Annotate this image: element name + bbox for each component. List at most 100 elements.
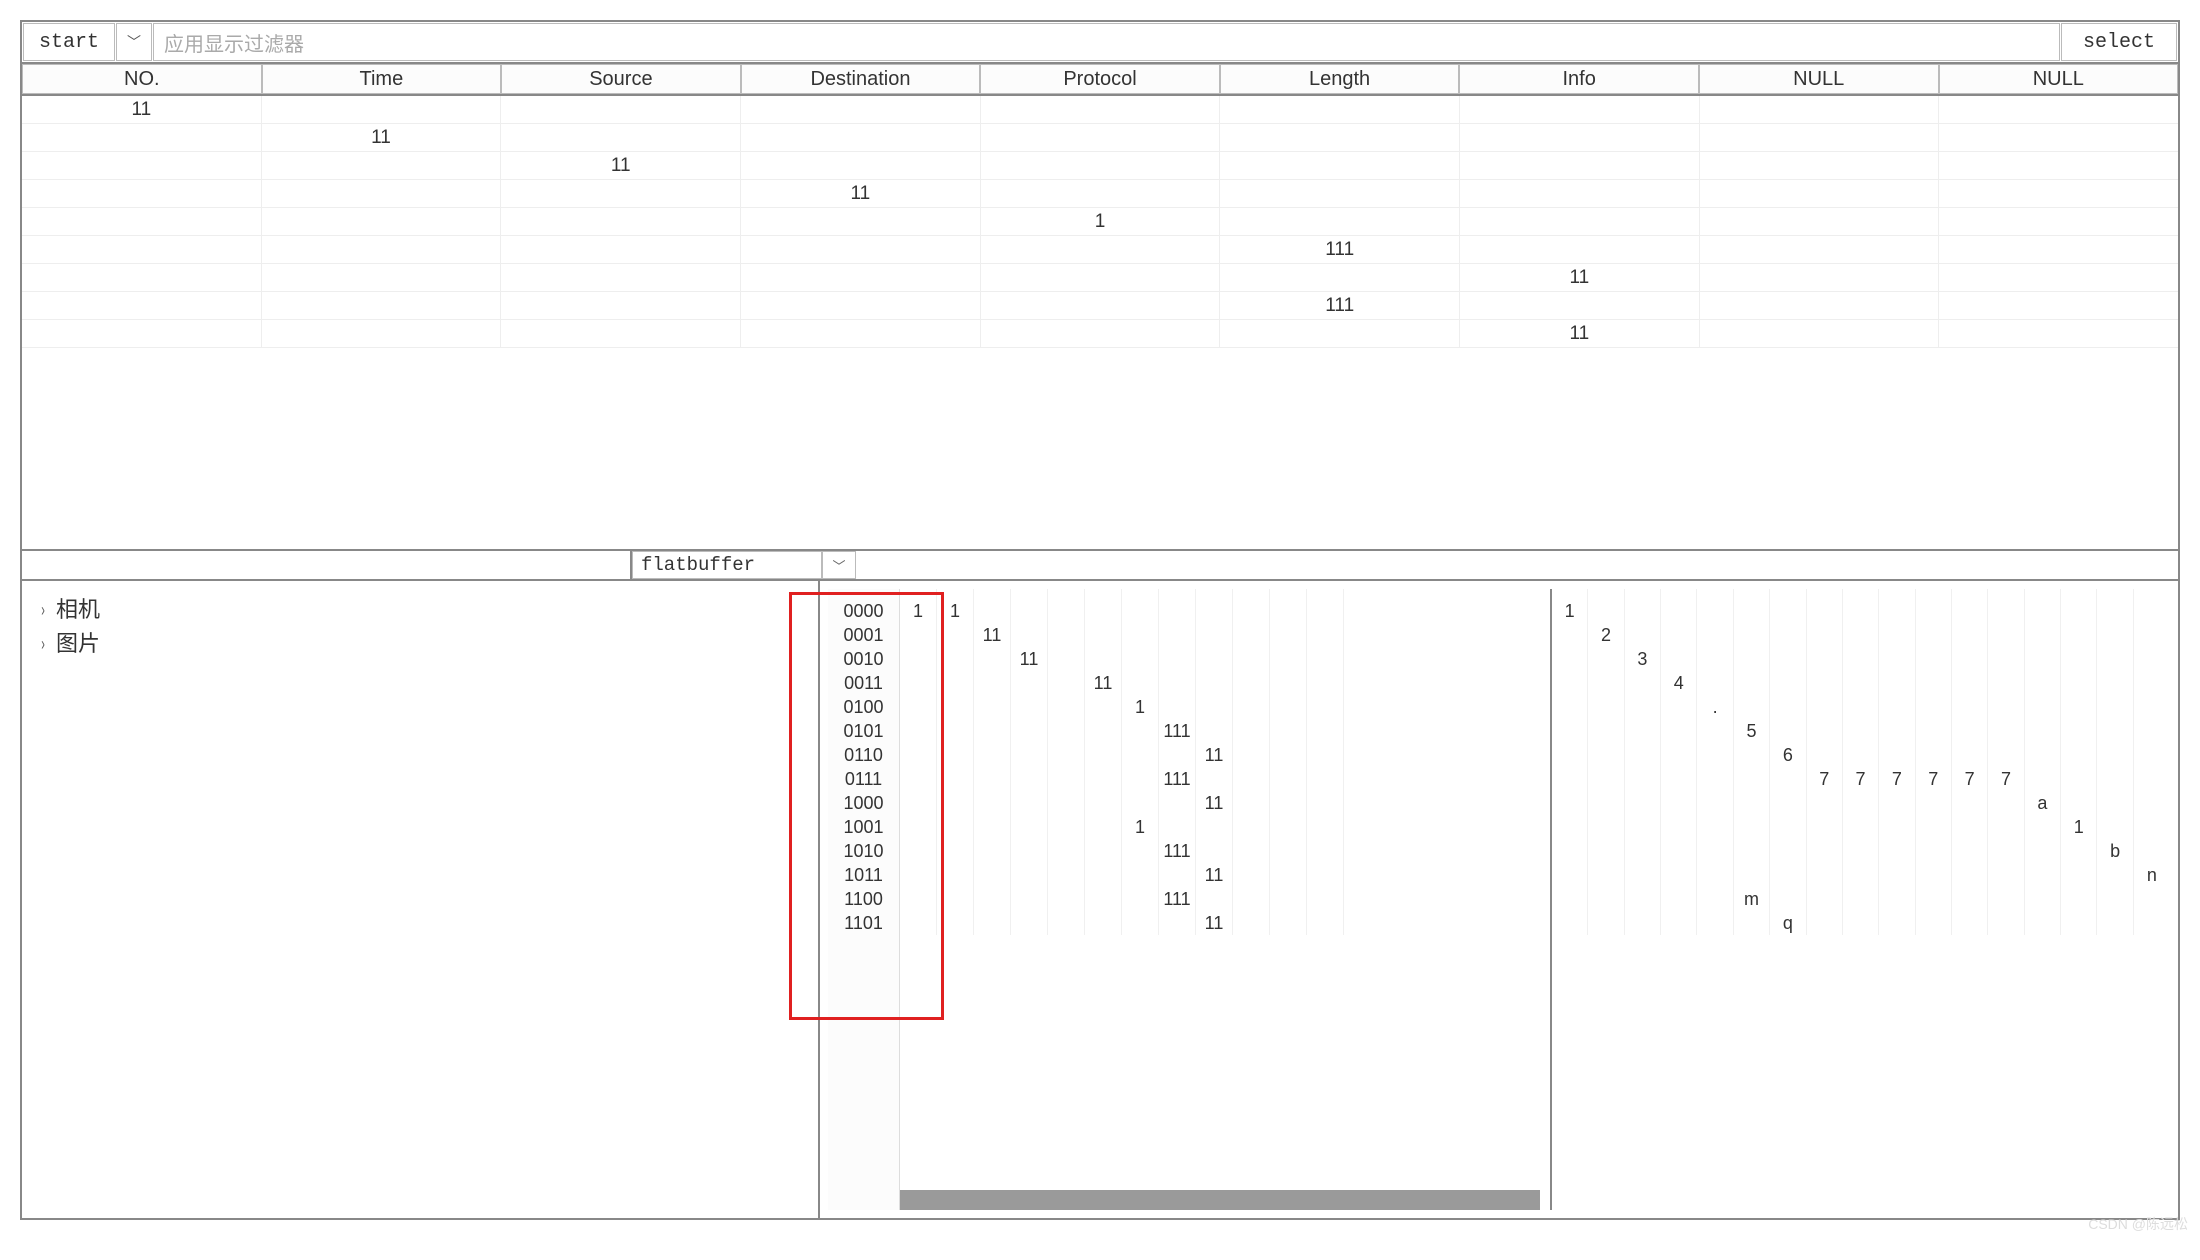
ascii-cell [1988,647,2024,671]
ascii-cell [1770,815,1806,839]
hex-cell [1307,671,1344,695]
hex-cell [937,791,974,815]
hex-cell [1159,623,1196,647]
column-header[interactable]: NULL [1699,64,1939,94]
column-header[interactable]: NULL [1939,64,2179,94]
details-tree[interactable]: ›相机›图片 [22,581,820,1218]
column-header[interactable]: Protocol [980,64,1220,94]
ascii-cell [1697,887,1733,911]
ascii-cell [1661,695,1697,719]
ascii-cell [1625,839,1661,863]
hex-cell [1196,815,1233,839]
packet-row[interactable]: 11 [22,152,2178,180]
ascii-cell [2097,887,2133,911]
ascii-cell [2025,695,2061,719]
packet-row[interactable]: 1 [22,208,2178,236]
ascii-cell [1697,863,1733,887]
hex-offset: 0101 [828,719,899,743]
column-header[interactable]: Info [1459,64,1699,94]
column-header[interactable]: NO. [22,64,262,94]
hex-cell [1233,695,1270,719]
packet-cell [741,96,981,124]
start-button[interactable]: start [23,23,115,61]
hex-cell [1344,767,1381,791]
packet-list[interactable]: 1111111111111111111 [22,96,2178,551]
ascii-cell [1916,815,1952,839]
packet-cell [741,320,981,348]
hex-bytes[interactable]: 111111111111111111111111111111 [900,589,1550,1210]
hex-cell [1233,791,1270,815]
hex-cell [1307,599,1344,623]
packet-row[interactable]: 11 [22,320,2178,348]
select-button[interactable]: select [2061,23,2177,61]
ascii-cell [1588,791,1624,815]
ascii-cell: . [1697,695,1733,719]
ascii-cell [2097,767,2133,791]
hex-cell [1085,767,1122,791]
ascii-cell [1625,887,1661,911]
ascii-cell [1697,743,1733,767]
packet-row[interactable]: 11 [22,264,2178,292]
hex-cell: 11 [1196,911,1233,935]
ascii-cell [2061,623,2097,647]
hex-cell: 11 [1196,863,1233,887]
ascii-row: 777777 [1552,767,2170,791]
packet-cell [501,208,741,236]
ascii-cell [1661,839,1697,863]
ascii-cell [1734,647,1770,671]
hex-cell [1307,815,1344,839]
packet-row[interactable]: 11 [22,124,2178,152]
ascii-cell [1988,887,2024,911]
column-header[interactable]: Time [262,64,502,94]
hex-cell [1344,623,1381,647]
ascii-cell [1697,911,1733,935]
ascii-cell [2025,911,2061,935]
ascii-cell [1588,767,1624,791]
packet-table-header: NO.TimeSourceDestinationProtocolLengthIn… [22,64,2178,96]
ascii-cell [1807,743,1843,767]
scrollbar-thumb[interactable] [900,1190,1540,1210]
hex-cell: 1 [900,599,937,623]
hex-offset-column: 0000000100100011010001010110011110001001… [828,589,900,1210]
hex-cell [900,911,937,935]
decoder-select[interactable]: flatbuffer [632,551,822,579]
column-header[interactable]: Destination [741,64,981,94]
ascii-cell [2097,647,2133,671]
hex-cell [1048,767,1085,791]
hex-cell [937,767,974,791]
packet-row[interactable]: 111 [22,292,2178,320]
ascii-cell [1661,863,1697,887]
hex-cell [1270,719,1307,743]
ascii-view[interactable]: 1234.56777777a1bnmq [1550,589,2170,1210]
ascii-cell [1588,839,1624,863]
ascii-cell [1843,791,1879,815]
hex-cell [1344,647,1381,671]
hex-horizontal-scrollbar[interactable] [900,1190,1540,1210]
hex-cell [1085,599,1122,623]
ascii-cell [2097,719,2133,743]
ascii-cell [1770,839,1806,863]
ascii-cell [1625,791,1661,815]
decoder-dropdown-arrow[interactable]: ﹀ [822,551,856,579]
ascii-cell [1552,887,1588,911]
chevron-right-icon: › [41,627,45,661]
packet-row[interactable]: 11 [22,180,2178,208]
tree-item[interactable]: ›相机 [40,593,800,627]
hex-cell [1048,887,1085,911]
ascii-cell [1807,623,1843,647]
packet-row[interactable]: 11 [22,96,2178,124]
packet-row[interactable]: 111 [22,236,2178,264]
column-header[interactable]: Source [501,64,741,94]
chevron-right-icon: › [41,593,45,627]
hex-cell [1011,839,1048,863]
hex-view[interactable]: 0000000100100011010001010110011110001001… [820,581,2178,1218]
tree-item[interactable]: ›图片 [40,627,800,661]
hex-row: 11 [900,791,1550,815]
packet-cell [262,236,502,264]
column-header[interactable]: Length [1220,64,1460,94]
hex-row: 1 [900,695,1550,719]
hex-row: 11 [900,911,1550,935]
packet-cell [981,292,1221,320]
filter-input[interactable]: 应用显示过滤器 [153,23,2060,61]
start-dropdown-arrow[interactable]: ﹀ [116,23,152,61]
